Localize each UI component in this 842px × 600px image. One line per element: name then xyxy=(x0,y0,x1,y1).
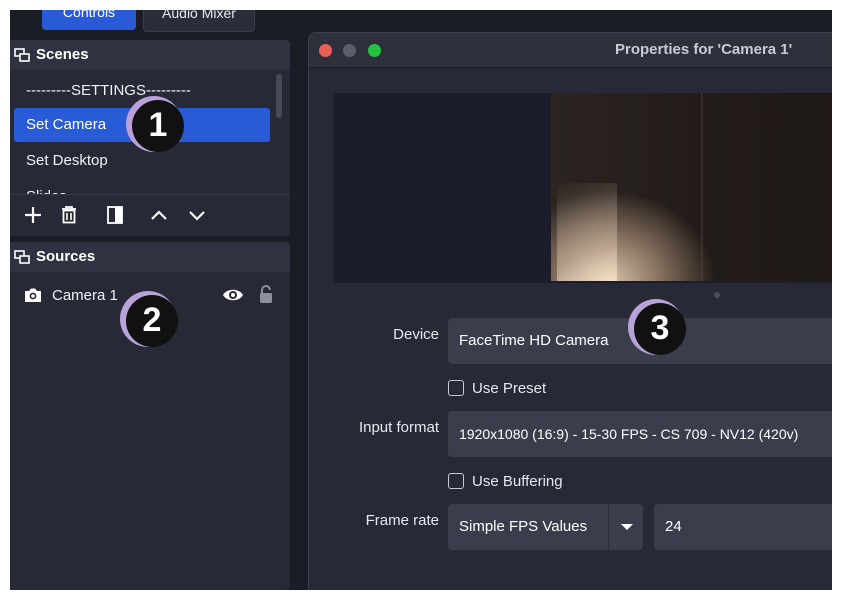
app-window: Controls Audio Mixer Scenes ---------SET… xyxy=(10,10,832,590)
badge-number: 1 xyxy=(148,106,168,144)
feed-edge xyxy=(701,93,703,281)
scenes-title: Scenes xyxy=(36,46,89,63)
badge-number: 3 xyxy=(650,309,670,347)
sources-title: Sources xyxy=(36,248,96,265)
use-preset-label: Use Preset xyxy=(472,380,547,397)
badge-number: 2 xyxy=(142,301,162,339)
scene-list-scrollbar[interactable] xyxy=(276,74,282,118)
filter-icon[interactable] xyxy=(104,204,126,226)
chevron-down-icon xyxy=(621,524,633,530)
tab-controls[interactable]: Controls xyxy=(42,10,136,30)
tab-audio-mixer[interactable]: Audio Mixer xyxy=(143,10,255,32)
dock-icon xyxy=(14,48,30,62)
scenes-toolbar xyxy=(10,194,290,237)
step-badge-3: 3 xyxy=(628,299,686,355)
scene-item-slides[interactable]: Slides xyxy=(14,180,270,194)
camera-video-feed xyxy=(551,93,832,281)
camera-preview xyxy=(333,93,832,283)
chevron-down-icon[interactable] xyxy=(186,204,208,226)
frame-rate-value-select[interactable]: 24 xyxy=(654,504,832,550)
source-label: Camera 1 xyxy=(52,287,118,304)
use-buffering-checkbox[interactable] xyxy=(448,473,464,489)
frame-rate-mode-dropdown[interactable] xyxy=(608,504,643,550)
frame-rate-label: Frame rate xyxy=(365,512,439,529)
lock-icon[interactable] xyxy=(258,284,274,304)
use-preset-checkbox[interactable] xyxy=(448,380,464,396)
window-titlebar: Properties for 'Camera 1' xyxy=(309,33,832,68)
frame-rate-mode-select[interactable]: Simple FPS Values xyxy=(448,504,608,550)
minimize-window-button[interactable] xyxy=(343,44,356,57)
eye-icon[interactable] xyxy=(222,286,244,304)
chevron-up-icon[interactable] xyxy=(148,204,170,226)
dock-tab-strip: Controls Audio Mixer xyxy=(10,10,300,32)
window-title: Properties for 'Camera 1' xyxy=(615,41,793,58)
device-label: Device xyxy=(393,326,439,343)
camera-icon xyxy=(25,288,41,302)
zoom-window-button[interactable] xyxy=(368,44,381,57)
trash-icon[interactable] xyxy=(58,204,80,226)
step-badge-1: 1 xyxy=(126,96,184,152)
use-buffering-label: Use Buffering xyxy=(472,473,563,490)
light-streak xyxy=(557,183,617,281)
preview-resize-handle[interactable] xyxy=(714,292,720,298)
input-format-select[interactable]: 1920x1080 (16:9) - 15-30 FPS - CS 709 - … xyxy=(448,411,832,457)
scenes-header: Scenes xyxy=(10,40,290,70)
dock-icon xyxy=(14,250,30,264)
close-window-button[interactable] xyxy=(319,44,332,57)
add-icon[interactable] xyxy=(22,204,44,226)
input-format-label: Input format xyxy=(358,419,439,436)
sources-header: Sources xyxy=(10,242,290,272)
properties-window: Properties for 'Camera 1' Device FaceTim… xyxy=(308,32,832,590)
step-badge-2: 2 xyxy=(120,291,178,347)
